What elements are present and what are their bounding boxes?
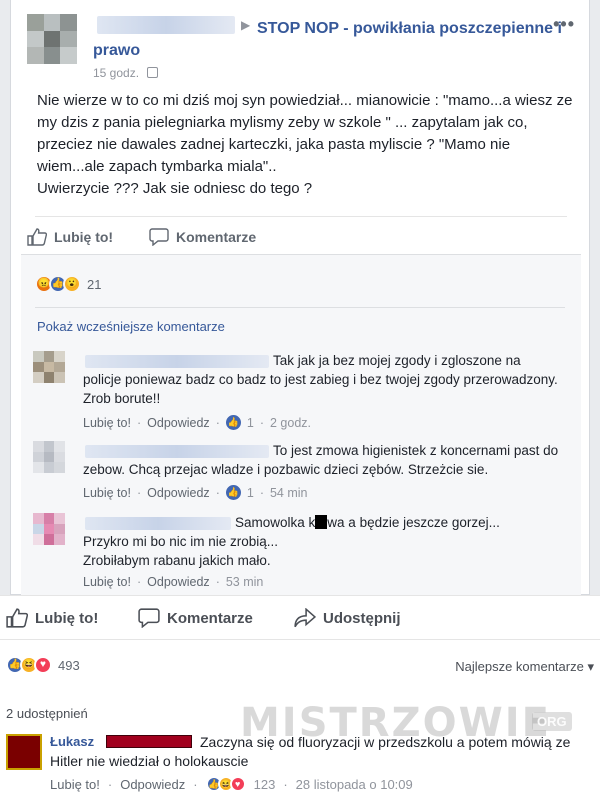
comment-reply-link[interactable]: Odpowiedz bbox=[147, 486, 210, 500]
comment-meta: Lubię to! · Odpowiedz · 53 min bbox=[83, 575, 264, 589]
comment-icon bbox=[138, 608, 160, 628]
outer-action-bar: Lubię to! Komentarze Udostępnij bbox=[0, 595, 600, 640]
post-header: ▶ STOP NOP - powikłania poszczepienne i … bbox=[27, 14, 577, 84]
post-text: Nie wierze w to co mi dziś moj syn powie… bbox=[37, 92, 573, 197]
outer-comment-label: Komentarze bbox=[167, 609, 253, 627]
comment-reply-link[interactable]: Odpowiedz bbox=[147, 575, 210, 589]
wow-icon: 😮 bbox=[63, 275, 81, 293]
like-count-icon: 👍 bbox=[225, 485, 241, 500]
comments-section: 😠 👍 😮 21 Pokaż wcześniejsze komentarze T… bbox=[21, 254, 581, 595]
post-card: ▶ STOP NOP - powikłania poszczepienne i … bbox=[10, 0, 590, 595]
comment-label: Komentarze bbox=[176, 229, 257, 245]
comment-text-continued: Przykro mi bo nic im nie zrobią... Zrobi… bbox=[83, 534, 279, 568]
comment-like-count: 1 bbox=[246, 485, 254, 500]
divider bbox=[35, 216, 567, 217]
thumb-up-icon bbox=[27, 228, 47, 246]
comment-meta: Lubię to! · Odpowiedz · 👍 1 · 54 min bbox=[83, 485, 308, 500]
commenter-avatar[interactable] bbox=[6, 734, 42, 770]
comment-button[interactable]: Komentarze bbox=[149, 228, 256, 246]
more-options-icon[interactable]: ••• bbox=[553, 14, 575, 35]
commenter-avatar[interactable] bbox=[33, 441, 65, 473]
group-title[interactable]: STOP NOP - powikłania poszczepienne i pr… bbox=[93, 18, 563, 62]
share-label: Udostępnij bbox=[323, 609, 401, 627]
comment-like-link[interactable]: Lubię to! bbox=[83, 575, 131, 589]
post-reactions[interactable]: 😠 👍 😮 21 bbox=[35, 275, 101, 293]
comment-item: Tak jak ja bez mojej zgody i zgloszone n… bbox=[33, 351, 563, 437]
comment-time[interactable]: 2 godz. bbox=[270, 416, 311, 430]
name-redaction-bar bbox=[106, 735, 192, 748]
thumb-up-icon bbox=[6, 608, 28, 628]
comment-item: Samowolka k wa a będzie jeszcze gorzej...… bbox=[33, 513, 563, 595]
comment-reply-link[interactable]: Odpowiedz bbox=[120, 777, 185, 792]
commenter-avatar[interactable] bbox=[33, 351, 65, 383]
comment-time[interactable]: 28 listopada o 10:09 bbox=[296, 777, 413, 792]
post-timestamp[interactable]: 15 godz. bbox=[93, 66, 159, 80]
comment-meta: Lubię to! · Odpowiedz · 👍 😆 ♥ 123 · 28 list… bbox=[50, 776, 413, 792]
share-button[interactable]: Udostępnij bbox=[294, 608, 401, 628]
comment-reply-link[interactable]: Odpowiedz bbox=[147, 416, 210, 430]
comment-reactions[interactable]: 👍 😆 ♥ bbox=[205, 776, 246, 792]
outer-like-label: Lubię to! bbox=[35, 609, 99, 627]
comment-text: Samowolka k wa a będzie jeszcze gorzej... bbox=[235, 515, 500, 530]
censor-block bbox=[315, 515, 328, 529]
love-icon: ♥ bbox=[229, 776, 246, 792]
comment-sort-dropdown[interactable]: Najlepsze komentarze ▾ bbox=[455, 659, 594, 675]
divider bbox=[35, 307, 565, 308]
like-button[interactable]: Lubię to! bbox=[27, 228, 113, 246]
outer-reactions[interactable]: 👍 😆 ♥ 493 bbox=[6, 656, 80, 674]
like-label: Lubię to! bbox=[54, 229, 114, 245]
comment-time[interactable]: 53 min bbox=[226, 575, 264, 589]
comment-icon bbox=[149, 228, 169, 246]
comment-like-link[interactable]: Lubię to! bbox=[83, 486, 131, 500]
reaction-count: 21 bbox=[87, 276, 102, 292]
author-avatar[interactable] bbox=[27, 14, 77, 64]
outer-reaction-count: 493 bbox=[58, 657, 80, 673]
comment-like-link[interactable]: Lubię to! bbox=[50, 777, 100, 792]
show-previous-comments-link[interactable]: Pokaż wcześniejsze komentarze bbox=[37, 319, 225, 334]
outer-comment-button[interactable]: Komentarze bbox=[138, 608, 253, 628]
love-icon: ♥ bbox=[34, 656, 52, 674]
comment-meta: Lubię to! · Odpowiedz · 👍 1 · 2 godz. bbox=[83, 415, 311, 430]
commenter-avatar[interactable] bbox=[33, 513, 65, 545]
shares-count[interactable]: 2 udostępnień bbox=[6, 706, 88, 721]
commenter-name[interactable]: Łukasz bbox=[50, 734, 99, 749]
caret-down-icon: ▾ bbox=[587, 659, 594, 674]
share-arrow-icon bbox=[294, 608, 316, 628]
comment-like-link[interactable]: Lubię to! bbox=[83, 416, 131, 430]
outer-like-button[interactable]: Lubię to! bbox=[6, 608, 98, 628]
privacy-icon bbox=[147, 67, 159, 78]
comment-text: Tak jak ja bez mojej zgody i zgloszone n… bbox=[83, 353, 558, 406]
comment-like-count: 1 bbox=[246, 415, 254, 430]
comment-text: To jest zmowa higienistek z koncernami p… bbox=[83, 443, 559, 477]
watermark-logo: MISTRZOWIE bbox=[240, 700, 551, 746]
watermark-badge: ORG bbox=[532, 712, 572, 731]
comment-item: To jest zmowa higienistek z koncernami p… bbox=[33, 441, 563, 505]
comment-reaction-count: 123 bbox=[253, 776, 276, 792]
comment-time[interactable]: 54 min bbox=[270, 486, 308, 500]
like-count-icon: 👍 bbox=[225, 415, 241, 430]
